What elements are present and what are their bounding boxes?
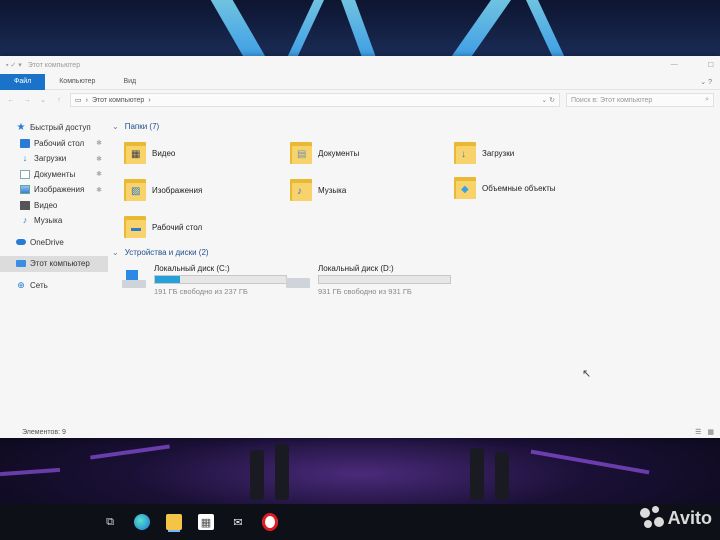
folder-videos[interactable]: ▦ Видео (124, 140, 274, 166)
recent-chevron-icon[interactable]: ⌄ (38, 96, 48, 104)
computer-icon: ▭ (75, 97, 82, 104)
nav-item-pictures[interactable]: Изображения ✱ (0, 182, 108, 198)
drive-icon (286, 270, 310, 290)
3d-objects-folder-icon: ◆ (454, 175, 476, 201)
computer-icon (16, 260, 26, 268)
file-explorer-window: ▪ ✓ ▾ Этот компьютер — ☐ Файл Компьютер … (0, 56, 720, 438)
ribbon-tabs: Файл Компьютер Вид ⌄ ? (0, 73, 720, 90)
up-arrow-icon[interactable]: ↑ (54, 97, 64, 104)
ribbon-expand-icon[interactable]: ⌄ ? (700, 78, 712, 86)
music-icon: ♪ (22, 215, 28, 226)
tab-view[interactable]: Вид (109, 74, 150, 90)
opera-browser-icon[interactable] (262, 514, 278, 530)
address-bar[interactable]: ▭ › Этот компьютер › ⌄ ↻ (70, 93, 560, 107)
navigation-pane: ★ Быстрый доступ Рабочий стол ✱ ↓ Загруз… (0, 110, 108, 426)
folder-music[interactable]: ♪ Музыка (290, 177, 440, 203)
mouse-cursor-icon: ↖ (582, 368, 592, 380)
download-icon: ↓ (22, 153, 28, 164)
window-title: Этот компьютер (27, 61, 81, 69)
folder-desktop[interactable]: ▬ Рабочий стол (124, 214, 274, 240)
search-icon: ⌕ (705, 96, 709, 103)
status-bar: Элементов: 9 ☰ ▦ (0, 426, 720, 438)
drive-c[interactable]: Локальный диск (C:) 191 ГБ свободно из 2… (122, 264, 287, 296)
drive-d[interactable]: Локальный диск (D:) 931 ГБ свободно из 9… (286, 264, 451, 296)
breadcrumb-separator-icon: › (148, 96, 151, 104)
tab-file[interactable]: Файл (0, 73, 46, 90)
breadcrumb-separator-icon: › (85, 96, 88, 104)
nav-item-desktop[interactable]: Рабочий стол ✱ (0, 136, 108, 152)
breadcrumb-this-pc[interactable]: Этот компьютер (92, 97, 144, 104)
taskbar: ⧉ ▦ ✉ (0, 504, 720, 540)
pictures-folder-icon: ▨ (124, 177, 146, 203)
desktop-icon (20, 138, 30, 148)
nav-item-this-pc[interactable]: Этот компьютер (0, 256, 108, 272)
search-placeholder: Поиск в: Этот компьютер (571, 96, 653, 104)
file-explorer-icon[interactable] (166, 514, 182, 530)
nav-item-videos[interactable]: Видео (0, 198, 108, 214)
pin-icon: ✱ (96, 186, 102, 194)
minimize-icon[interactable]: — (671, 61, 678, 69)
nav-item-quick-access[interactable]: ★ Быстрый доступ (0, 120, 108, 136)
network-icon: ⊕ (17, 279, 25, 290)
windows-drive-icon (122, 270, 146, 290)
edge-browser-icon[interactable] (134, 514, 150, 530)
content-pane: ⌄ Папки (7) ▦ Видео ▤ Документы ↓ Загруз… (108, 110, 720, 426)
item-count: Элементов: 9 (22, 428, 66, 436)
store-icon[interactable]: ▦ (198, 514, 214, 530)
drive-free-space: 931 ГБ свободно из 931 ГБ (318, 287, 412, 296)
collapse-chevron-icon: ⌄ (112, 248, 119, 257)
quick-access-toolbar[interactable]: ▪ ✓ ▾ (6, 61, 22, 69)
video-folder-icon: ▦ (124, 140, 146, 166)
music-folder-icon: ♪ (290, 177, 312, 203)
collapse-chevron-icon: ⌄ (112, 122, 119, 131)
cloud-icon (16, 239, 26, 246)
nav-item-documents[interactable]: Документы ✱ (0, 167, 108, 183)
watermark: Avito (639, 506, 712, 530)
document-icon (20, 169, 30, 179)
avito-logo-icon (639, 506, 664, 530)
large-icons-view-icon[interactable]: ▦ (707, 428, 714, 436)
maximize-icon[interactable]: ☐ (708, 61, 714, 69)
address-dropdown-icon[interactable]: ⌄ ↻ (541, 96, 555, 104)
search-box[interactable]: Поиск в: Этот компьютер ⌕ (566, 93, 714, 107)
mail-icon[interactable]: ✉ (230, 514, 246, 530)
drive-usage-bar (154, 275, 287, 284)
details-view-icon[interactable]: ☰ (695, 428, 701, 436)
star-icon: ★ (16, 122, 26, 134)
back-arrow-icon[interactable]: ← (6, 97, 16, 104)
forward-arrow-icon[interactable]: → (22, 97, 32, 104)
documents-folder-icon: ▤ (290, 140, 312, 166)
address-row: ← → ⌄ ↑ ▭ › Этот компьютер › ⌄ ↻ Поиск в… (0, 90, 720, 110)
folder-pictures[interactable]: ▨ Изображения (124, 177, 274, 203)
task-view-icon[interactable]: ⧉ (102, 514, 118, 530)
folder-3d-objects[interactable]: ◆ Объемные объекты (454, 175, 604, 201)
watermark-text: Avito (667, 507, 712, 528)
tab-computer[interactable]: Компьютер (45, 74, 109, 90)
nav-item-music[interactable]: ♪ Музыка (0, 213, 108, 229)
folder-documents[interactable]: ▤ Документы (290, 140, 440, 166)
desktop-folder-icon: ▬ (124, 214, 146, 240)
drive-usage-bar (318, 275, 451, 284)
nav-item-network[interactable]: ⊕ Сеть (0, 278, 108, 294)
nav-item-onedrive[interactable]: OneDrive (0, 235, 108, 251)
folder-downloads[interactable]: ↓ Загрузки (454, 140, 604, 166)
pin-icon: ✱ (96, 140, 102, 148)
pin-icon: ✱ (96, 155, 102, 163)
drive-usage-fill (155, 276, 180, 283)
nav-item-downloads[interactable]: ↓ Загрузки ✱ (0, 151, 108, 167)
pin-icon: ✱ (96, 171, 102, 179)
video-icon (20, 200, 30, 210)
folders-group-header[interactable]: ⌄ Папки (7) (112, 122, 159, 131)
drive-free-space: 191 ГБ свободно из 237 ГБ (154, 287, 248, 296)
drive-name: Локальный диск (C:) (154, 264, 230, 273)
downloads-folder-icon: ↓ (454, 140, 476, 166)
image-icon (20, 185, 30, 195)
title-bar: ▪ ✓ ▾ Этот компьютер — ☐ (0, 56, 720, 74)
drive-name: Локальный диск (D:) (318, 264, 394, 273)
drives-group-header[interactable]: ⌄ Устройства и диски (2) (112, 248, 209, 257)
